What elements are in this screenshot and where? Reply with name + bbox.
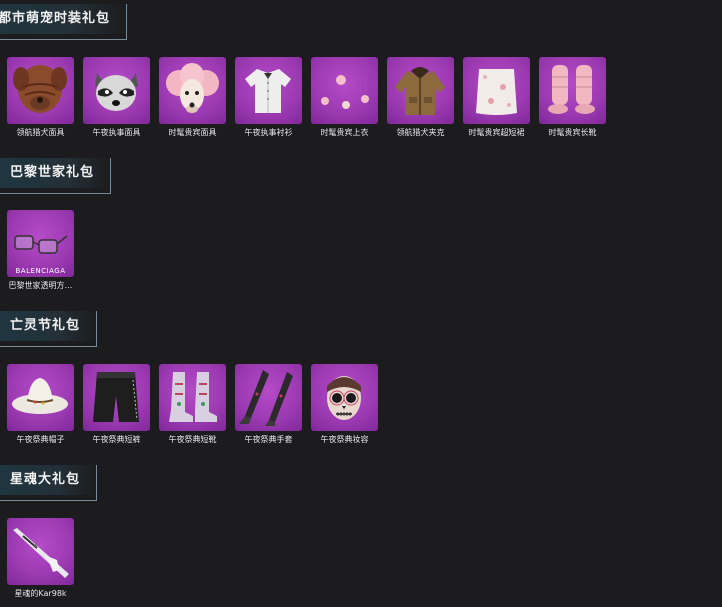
item-label: 时髦贵宾长靴 — [548, 128, 597, 137]
item-card[interactable]: BALENCIAGA 巴黎世家透明方… — [7, 210, 74, 292]
item-card[interactable]: 时髦贵宾超短裙 — [463, 57, 530, 139]
item-card[interactable]: 领航猎犬夹克 — [387, 57, 454, 139]
section-title: 巴黎世家礼包 — [10, 165, 95, 180]
item-card[interactable]: 午夜执事衬衫 — [235, 57, 302, 139]
item-label: 领航猎犬面具 — [16, 128, 65, 137]
rifle-icon — [7, 518, 74, 585]
poodle-mask-icon — [159, 57, 226, 124]
item-grid: 领航猎犬面具 午夜执事面具 时髦贵宾面具 午夜执事衬衫 时髦贵宾上衣 领航猎犬夹… — [7, 57, 615, 139]
bundle-section-star-soul: 星魂大礼包 星魂的Kar98k — [0, 465, 722, 598]
shirt-icon — [235, 57, 302, 124]
item-label: 时髦贵宾超短裙 — [468, 128, 525, 137]
pom-pom-top-icon — [311, 57, 378, 124]
item-label: 时髦贵宾上衣 — [320, 128, 369, 137]
item-card[interactable]: 时髦贵宾长靴 — [539, 57, 606, 139]
item-label: 午夜执事衬衫 — [244, 128, 293, 137]
item-card[interactable]: 午夜祭典帽子 — [7, 364, 74, 446]
section-header: 星魂大礼包 — [0, 465, 98, 501]
item-grid: BALENCIAGA 巴黎世家透明方… — [7, 210, 83, 292]
bundle-section-day-of-dead: 亡灵节礼包 午夜祭典帽子 午夜祭典短裤 午夜祭典短靴 午夜祭典手套 午夜祭典妆容 — [0, 311, 722, 444]
item-label: 领航猎犬夹克 — [396, 128, 445, 137]
shorts-icon — [83, 364, 150, 431]
shar-pei-mask-icon — [7, 57, 74, 124]
item-card[interactable]: 午夜祭典妆容 — [311, 364, 378, 446]
item-card[interactable]: 时髦贵宾上衣 — [311, 57, 378, 139]
skull-makeup-icon — [311, 364, 378, 431]
section-title: 都市萌宠时装礼包 — [0, 11, 111, 26]
item-grid: 星魂的Kar98k — [7, 518, 83, 600]
item-label: 午夜祭典短裤 — [92, 435, 141, 444]
boots-icon — [159, 364, 226, 431]
section-title: 亡灵节礼包 — [10, 318, 81, 333]
item-label: 午夜祭典帽子 — [16, 435, 65, 444]
item-card[interactable]: 午夜祭典短靴 — [159, 364, 226, 446]
section-header: 都市萌宠时装礼包 — [0, 4, 128, 40]
section-header: 巴黎世家礼包 — [0, 158, 112, 194]
item-card[interactable]: 午夜祭典手套 — [235, 364, 302, 446]
section-header: 亡灵节礼包 — [0, 311, 98, 347]
item-label: 午夜祭典短靴 — [168, 435, 217, 444]
item-card[interactable]: 午夜祭典短裤 — [83, 364, 150, 446]
item-card[interactable]: 午夜执事面具 — [83, 57, 150, 139]
item-card[interactable]: 时髦贵宾面具 — [159, 57, 226, 139]
item-label: 星魂的Kar98k — [14, 589, 67, 598]
hat-icon — [7, 364, 74, 431]
brand-label: BALENCIAGA — [15, 267, 66, 275]
sunglasses-icon: BALENCIAGA — [7, 210, 74, 277]
item-card[interactable]: 领航猎犬面具 — [7, 57, 74, 139]
section-title: 星魂大礼包 — [10, 472, 81, 487]
bundle-section-balenciaga: 巴黎世家礼包 BALENCIAGA 巴黎世家透明方… — [0, 158, 722, 290]
fluffy-skirt-icon — [463, 57, 530, 124]
item-label: 午夜祭典手套 — [244, 435, 293, 444]
item-card[interactable]: 星魂的Kar98k — [7, 518, 74, 600]
item-label: 巴黎世家透明方… — [8, 281, 73, 290]
gloves-icon — [235, 364, 302, 431]
item-label: 午夜祭典妆容 — [320, 435, 369, 444]
item-label: 午夜执事面具 — [92, 128, 141, 137]
jacket-icon — [387, 57, 454, 124]
item-label: 时髦贵宾面具 — [168, 128, 217, 137]
item-grid: 午夜祭典帽子 午夜祭典短裤 午夜祭典短靴 午夜祭典手套 午夜祭典妆容 — [7, 364, 387, 446]
bundle-section-city-pets: 都市萌宠时装礼包 领航猎犬面具 午夜执事面具 时髦贵宾面具 午夜执事衬衫 时髦贵… — [0, 4, 722, 137]
fluffy-boots-icon — [539, 57, 606, 124]
raccoon-mask-icon — [83, 57, 150, 124]
